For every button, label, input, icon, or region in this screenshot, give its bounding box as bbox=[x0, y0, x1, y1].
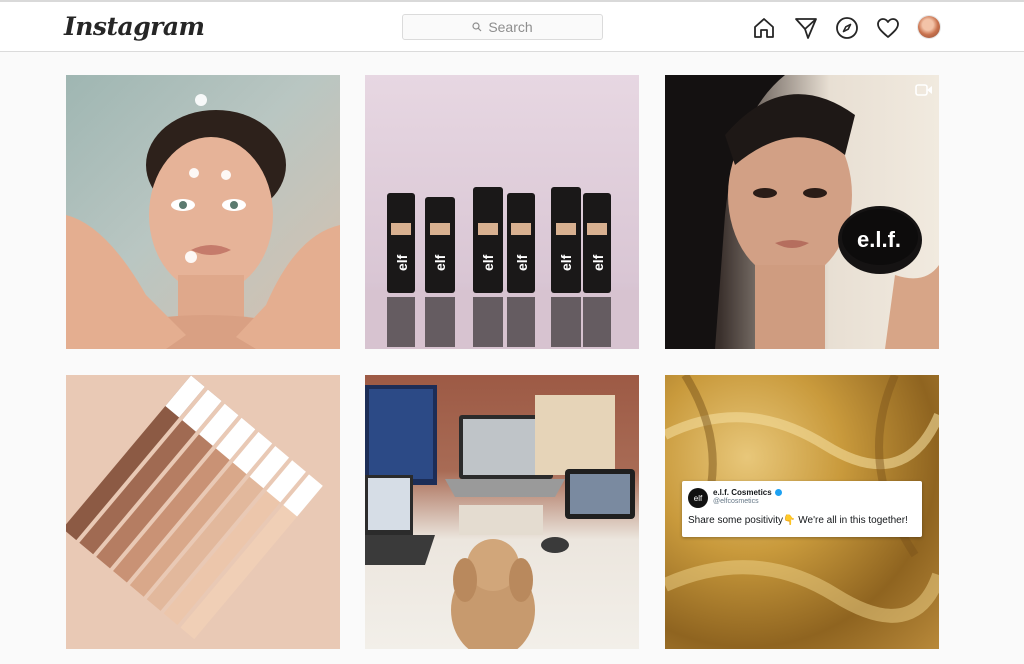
post-4-image bbox=[66, 375, 323, 640]
heart-icon[interactable] bbox=[876, 16, 900, 40]
svg-text:elf: elf bbox=[480, 254, 496, 271]
tweet-handle: @elfcosmetics bbox=[713, 498, 759, 505]
svg-text:elf: elf bbox=[514, 254, 530, 271]
post-2-image: elf elf elf elf elf elf bbox=[365, 187, 639, 349]
post-3-image: e.l.f. bbox=[665, 75, 939, 349]
tweet-avatar: elf bbox=[688, 488, 708, 508]
post-tile-6[interactable]: elf e.l.f. Cosmetics @elfcosmetics Share… bbox=[665, 375, 939, 649]
post-tile-2[interactable]: elf elf elf elf elf elf bbox=[365, 75, 639, 349]
home-icon[interactable] bbox=[752, 16, 776, 40]
svg-text:elf: elf bbox=[432, 254, 448, 271]
post-1-image bbox=[66, 94, 340, 349]
video-icon bbox=[915, 84, 932, 96]
direct-icon[interactable] bbox=[794, 16, 818, 40]
post-tile-1[interactable] bbox=[66, 75, 340, 349]
verified-icon bbox=[774, 489, 782, 497]
top-navigation-bar: Instagram Search bbox=[0, 2, 1024, 52]
post-5-image bbox=[365, 385, 635, 649]
tweet-text: Share some positivity👇 We're all in this… bbox=[688, 515, 908, 526]
profile-avatar[interactable] bbox=[918, 16, 940, 38]
tweet-card: elf e.l.f. Cosmetics @elfcosmetics Share… bbox=[682, 481, 922, 537]
svg-text:elf: elf bbox=[590, 254, 606, 271]
tweet-author-name: e.l.f. Cosmetics bbox=[713, 488, 782, 497]
svg-text:e.l.f.: e.l.f. bbox=[857, 227, 901, 252]
post-tile-5[interactable] bbox=[365, 375, 639, 649]
explore-icon[interactable] bbox=[835, 16, 859, 40]
post-tile-3[interactable]: e.l.f. bbox=[665, 75, 939, 349]
post-tile-4[interactable] bbox=[66, 375, 340, 649]
tweet-name-text: e.l.f. Cosmetics bbox=[713, 488, 772, 497]
svg-text:elf: elf bbox=[394, 254, 410, 271]
svg-text:elf: elf bbox=[558, 254, 574, 271]
nav-icons bbox=[0, 16, 1024, 42]
